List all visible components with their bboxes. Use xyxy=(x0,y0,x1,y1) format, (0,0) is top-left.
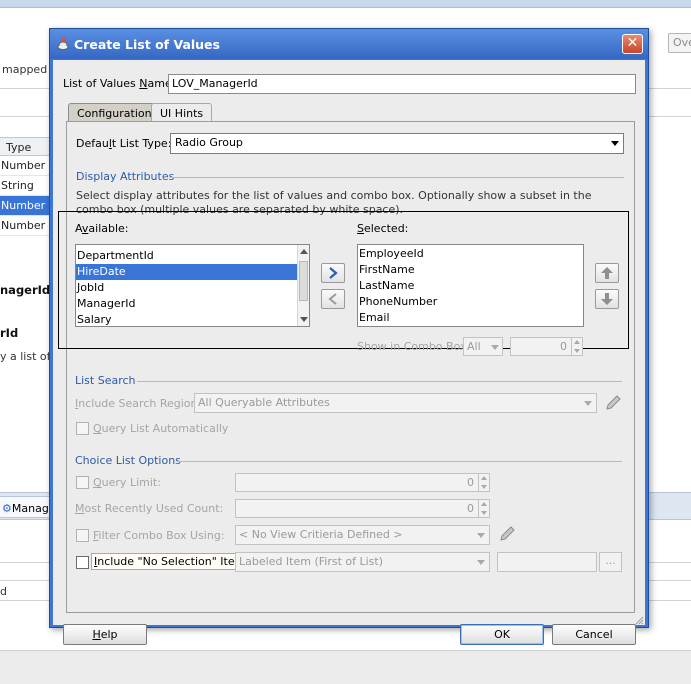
tab-icon: ⚙ xyxy=(2,502,12,515)
java-cup-icon xyxy=(57,37,69,50)
table-cell: d xyxy=(0,585,7,598)
scroll-up-icon[interactable] xyxy=(300,249,308,254)
available-list[interactable]: DepartmentId HireDate JobId ManagerId Sa… xyxy=(75,244,310,327)
query-list-automatically-checkbox[interactable] xyxy=(76,422,89,435)
table-row[interactable]: Number xyxy=(0,216,52,236)
available-list-scrollbar[interactable] xyxy=(297,245,309,326)
show-in-combo-count[interactable]: 0 xyxy=(510,337,583,356)
list-item[interactable]: FirstName xyxy=(358,262,415,278)
lov-name-label: List of Values Name: xyxy=(63,77,176,90)
chevron-down-icon xyxy=(611,141,619,146)
chevron-down-icon xyxy=(477,533,485,538)
move-down-button[interactable] xyxy=(595,289,619,309)
edit-pencil-icon[interactable] xyxy=(604,394,622,412)
display-attributes-title: Display Attributes xyxy=(76,170,175,183)
query-list-automatically-label: Query List Automatically xyxy=(93,422,229,435)
help-button[interactable]: Help xyxy=(63,624,147,645)
section-divider xyxy=(170,177,624,178)
app-top-bar xyxy=(0,0,691,8)
list-item[interactable]: ManagerId xyxy=(76,296,298,312)
query-limit-input[interactable]: 0 xyxy=(235,473,490,492)
selected-list[interactable]: EmployeeId FirstName LastName PhoneNumbe… xyxy=(357,244,584,327)
tab-ui-hints[interactable]: UI Hints xyxy=(151,103,213,122)
status-bar xyxy=(0,650,691,684)
chevron-left-icon xyxy=(328,293,337,305)
add-to-selected-button[interactable] xyxy=(321,263,345,283)
chevron-right-icon xyxy=(329,267,338,279)
spinner-icon[interactable] xyxy=(478,474,489,491)
chevron-down-icon xyxy=(477,560,485,565)
scroll-thumb[interactable] xyxy=(299,261,308,301)
no-selection-item-select[interactable]: Labeled Item (First of List) xyxy=(235,552,490,572)
ok-button[interactable]: OK xyxy=(460,624,544,645)
chevron-down-icon xyxy=(491,345,499,350)
scroll-down-icon[interactable] xyxy=(300,317,308,322)
table-row-selected[interactable]: Number xyxy=(0,196,52,216)
include-search-region-label: Include Search Region: xyxy=(75,397,202,410)
move-up-button[interactable] xyxy=(595,263,619,283)
most-recently-used-count-label: Most Recently Used Count: xyxy=(75,502,224,515)
close-icon: ✕ xyxy=(626,35,639,51)
spinner-icon[interactable] xyxy=(571,338,582,355)
show-in-combo-select[interactable]: All xyxy=(463,337,503,356)
lov-name-input[interactable]: LOV_ManagerId xyxy=(168,74,636,94)
default-list-type-label: Default List Type: xyxy=(76,137,172,150)
dialog-title: Create List of Values xyxy=(74,37,220,52)
include-no-selection-label: Include "No Selection" Item: xyxy=(91,553,253,570)
resize-grip-icon[interactable] xyxy=(635,616,644,625)
arrow-up-icon xyxy=(601,267,613,279)
no-selection-label-input[interactable] xyxy=(497,552,597,572)
most-recently-used-count-input[interactable]: 0 xyxy=(235,499,490,518)
filter-combo-box-label: Filter Combo Box Using: xyxy=(93,529,225,542)
filter-combo-box-select[interactable]: < No View Critieria Defined > xyxy=(235,525,490,545)
list-item-selected[interactable]: HireDate xyxy=(76,264,298,280)
query-limit-label: Query Limit: xyxy=(93,476,161,489)
filter-combo-box-checkbox[interactable] xyxy=(76,529,89,542)
cancel-button[interactable]: Cancel xyxy=(552,624,636,645)
section-divider xyxy=(137,381,622,382)
include-no-selection-checkbox[interactable] xyxy=(76,556,89,569)
mapped-text: mapped t xyxy=(2,63,55,76)
list-item[interactable]: JobId xyxy=(76,280,298,296)
list-item[interactable]: EmployeeId xyxy=(358,246,424,262)
choice-list-options-title: Choice List Options xyxy=(75,454,181,467)
show-in-combo-label: Show in Combo Box: xyxy=(357,340,471,353)
list-item[interactable]: DepartmentId xyxy=(76,248,298,264)
table-row[interactable]: String xyxy=(0,176,52,196)
table-header-type[interactable]: Type xyxy=(0,137,52,156)
chevron-down-icon xyxy=(584,401,592,406)
edit-pencil-icon[interactable] xyxy=(498,525,516,543)
default-list-type-select[interactable]: Radio Group xyxy=(170,133,624,154)
list-item[interactable]: PhoneNumber xyxy=(358,294,437,310)
query-limit-checkbox[interactable] xyxy=(76,476,89,489)
include-search-region-select[interactable]: All Queryable Attributes xyxy=(194,393,597,413)
attribute-name-label: nagerId xyxy=(0,283,51,297)
list-item[interactable]: Salary xyxy=(76,312,298,326)
remove-from-selected-button[interactable] xyxy=(321,289,345,309)
spinner-icon[interactable] xyxy=(478,500,489,517)
table-row[interactable]: Number xyxy=(0,156,52,176)
close-button[interactable]: ✕ xyxy=(622,34,643,54)
section-divider xyxy=(178,461,622,462)
list-search-title: List Search xyxy=(75,374,136,387)
list-item[interactable]: LastName xyxy=(358,278,414,294)
available-label: Available: xyxy=(75,222,129,235)
attribute-name-label: rId xyxy=(0,326,19,340)
dialog-body: List of Values Name: LOV_ManagerId Confi… xyxy=(53,60,645,645)
list-item[interactable]: Email xyxy=(358,310,390,326)
tab-configuration[interactable]: Configuration xyxy=(68,103,161,122)
create-lov-dialog: Create List of Values ✕ List of Values N… xyxy=(49,28,649,645)
selected-label: Selected: xyxy=(357,222,409,235)
dialog-title-bar[interactable]: Create List of Values ✕ xyxy=(50,29,648,59)
arrow-down-icon xyxy=(601,293,613,305)
browse-button[interactable]: ... xyxy=(599,552,622,572)
overview-button[interactable]: Ove xyxy=(668,33,691,53)
